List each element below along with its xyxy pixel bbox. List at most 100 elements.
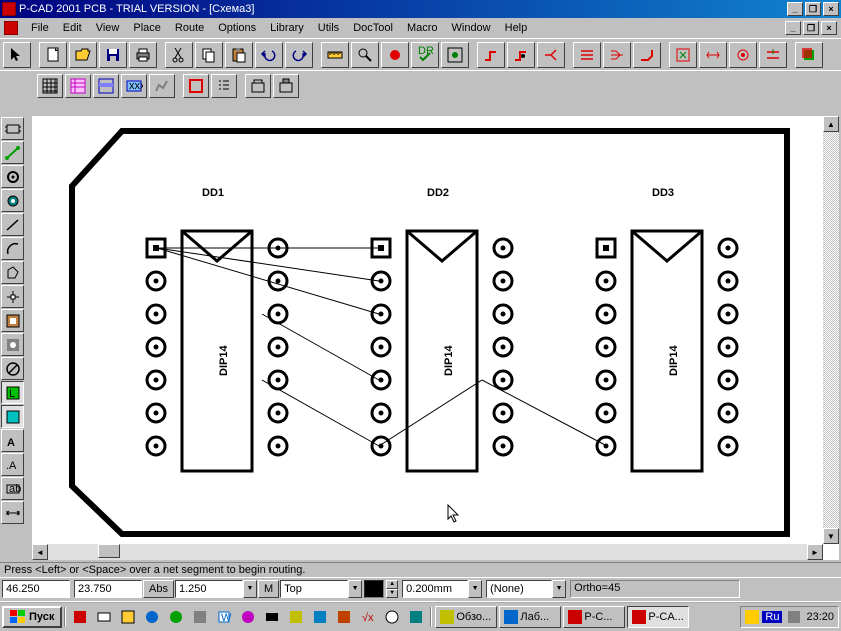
table-view-button[interactable] — [37, 74, 63, 98]
menu-edit[interactable]: Edit — [56, 20, 89, 36]
drc-setup-button[interactable] — [441, 42, 469, 68]
drc-button[interactable]: DRC — [411, 42, 439, 68]
measure-button[interactable] — [321, 42, 349, 68]
task-button[interactable]: Лаб... — [499, 606, 561, 628]
menu-file[interactable]: File — [24, 20, 56, 36]
menu-view[interactable]: View — [89, 20, 127, 36]
menu-doctool[interactable]: DocTool — [346, 20, 400, 36]
scroll-right-button[interactable]: ► — [807, 544, 823, 560]
layers-button[interactable] — [795, 42, 823, 68]
highlight-button[interactable] — [183, 74, 209, 98]
menu-window[interactable]: Window — [445, 20, 498, 36]
place-cutout-button[interactable] — [1, 333, 24, 356]
net-combo[interactable]: ▼ — [486, 580, 566, 598]
task-button[interactable]: Обзо... — [435, 606, 497, 628]
layer-combo[interactable]: ▼ — [280, 580, 362, 598]
layer-down-button[interactable]: ▼ — [386, 589, 398, 598]
scroll-up-button[interactable]: ▲ — [823, 116, 839, 132]
quick-launch-item[interactable] — [333, 606, 355, 628]
print-button[interactable] — [129, 42, 157, 68]
design-canvas[interactable]: DD1DIP14DD2DIP14DD3DIP14 — [32, 116, 823, 544]
place-polygon-button[interactable] — [1, 261, 24, 284]
place-component-button[interactable] — [1, 117, 24, 140]
mdi-minimize-button[interactable]: _ — [787, 2, 803, 16]
width-combo[interactable]: ▼ — [402, 580, 482, 598]
new-button[interactable] — [39, 42, 67, 68]
table-layer-button[interactable]: xxx — [121, 74, 147, 98]
place-text-button[interactable]: A — [1, 429, 24, 452]
mdi-restore-button[interactable]: ❐ — [805, 2, 821, 16]
menu-macro[interactable]: Macro — [400, 20, 445, 36]
menu-help[interactable]: Help — [498, 20, 535, 36]
chevron-down-icon[interactable]: ▼ — [243, 580, 257, 598]
record-macro-button[interactable] — [381, 42, 409, 68]
quick-launch-item[interactable] — [165, 606, 187, 628]
width-field[interactable] — [402, 580, 468, 598]
menu-place[interactable]: Place — [126, 20, 168, 36]
open-button[interactable] — [69, 42, 97, 68]
route-interactive-button[interactable] — [507, 42, 535, 68]
push-trace-button[interactable] — [759, 42, 787, 68]
grid-field[interactable] — [175, 580, 243, 598]
quick-launch-item[interactable] — [117, 606, 139, 628]
component-button[interactable] — [273, 74, 299, 98]
maximize-hug-button[interactable] — [669, 42, 697, 68]
scroll-down-button[interactable]: ▼ — [823, 528, 839, 544]
vertical-scrollbar[interactable]: ▲ ▼ — [823, 116, 839, 544]
table-select-button[interactable] — [93, 74, 119, 98]
save-button[interactable] — [99, 42, 127, 68]
quick-launch-item[interactable]: W — [213, 606, 235, 628]
place-arc-button[interactable] — [1, 237, 24, 260]
lang-indicator[interactable]: Ru — [762, 611, 782, 623]
place-line-button[interactable] — [1, 213, 24, 236]
place-point-button[interactable] — [1, 285, 24, 308]
place-attribute-button[interactable]: .A — [1, 453, 24, 476]
redo-button[interactable] — [285, 42, 313, 68]
layer-field[interactable] — [280, 580, 348, 598]
copy-button[interactable] — [195, 42, 223, 68]
quick-launch-item[interactable] — [285, 606, 307, 628]
m-button[interactable]: M — [258, 580, 279, 598]
select-tool-button[interactable] — [3, 42, 31, 68]
minimize-button[interactable]: _ — [785, 21, 801, 35]
place-plane-button[interactable]: L — [1, 381, 24, 404]
route-multi-button[interactable] — [603, 42, 631, 68]
place-dimension-button[interactable] — [1, 501, 24, 524]
menu-route[interactable]: Route — [168, 20, 211, 36]
mdi-close-button[interactable]: × — [823, 2, 839, 16]
tray-icon[interactable] — [745, 610, 759, 624]
quick-launch-item[interactable] — [381, 606, 403, 628]
menu-options[interactable]: Options — [211, 20, 263, 36]
scroll-left-button[interactable]: ◄ — [32, 544, 48, 560]
doc-icon[interactable] — [4, 21, 18, 35]
route-fanout-button[interactable] — [537, 42, 565, 68]
chevron-down-icon[interactable]: ▼ — [468, 580, 482, 598]
route-manual-button[interactable] — [477, 42, 505, 68]
quick-launch-item[interactable] — [69, 606, 91, 628]
layer-color-swatch[interactable] — [364, 580, 384, 598]
quick-launch-item[interactable]: √x — [357, 606, 379, 628]
place-field-button[interactable]: ab — [1, 477, 24, 500]
quick-launch-item[interactable] — [93, 606, 115, 628]
quick-launch-item[interactable] — [237, 606, 259, 628]
place-pad-button[interactable] — [1, 165, 24, 188]
chart-button[interactable] — [149, 74, 175, 98]
route-bus-button[interactable] — [573, 42, 601, 68]
horizontal-scrollbar[interactable]: ◄ ► — [32, 544, 823, 560]
quick-launch-item[interactable] — [309, 606, 331, 628]
abs-button[interactable]: Abs — [143, 580, 174, 598]
cut-button[interactable] — [165, 42, 193, 68]
menu-utils[interactable]: Utils — [311, 20, 346, 36]
menu-library[interactable]: Library — [263, 20, 311, 36]
chevron-down-icon[interactable]: ▼ — [552, 580, 566, 598]
close-button[interactable]: × — [821, 21, 837, 35]
route-miter-button[interactable] — [633, 42, 661, 68]
place-keepout-button[interactable] — [1, 357, 24, 380]
start-button[interactable]: Пуск — [2, 606, 62, 628]
quick-launch-item[interactable] — [261, 606, 283, 628]
task-button[interactable]: P-CA... — [627, 606, 689, 628]
scroll-thumb[interactable] — [98, 544, 120, 558]
list-button[interactable] — [211, 74, 237, 98]
chevron-down-icon[interactable]: ▼ — [348, 580, 362, 598]
visible-routing-button[interactable] — [729, 42, 757, 68]
